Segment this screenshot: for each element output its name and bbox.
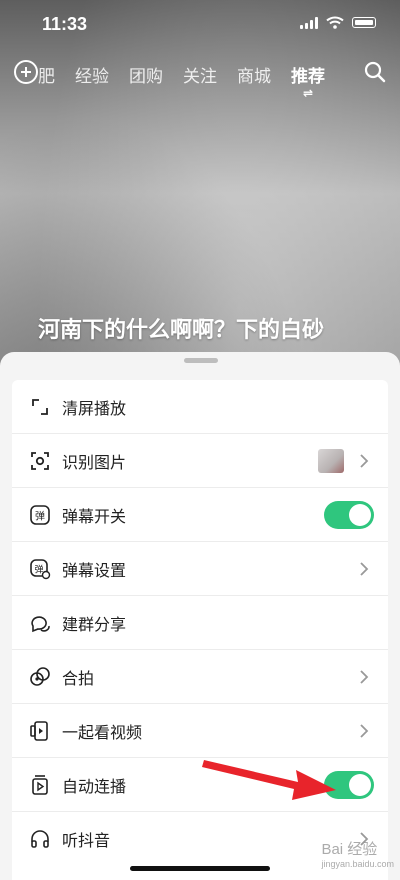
chevron-right-icon — [354, 723, 374, 739]
home-indicator[interactable] — [130, 866, 270, 871]
menu-label: 自动连播 — [62, 776, 127, 796]
danmaku-icon: 弹 — [18, 504, 62, 526]
tab-group-buy[interactable]: 团购 — [129, 62, 163, 87]
menu-item-clear-screen[interactable]: 清屏播放 — [12, 380, 388, 434]
danmaku-toggle[interactable] — [324, 500, 374, 529]
sheet-drag-handle[interactable] — [184, 358, 218, 363]
watermark-text: Bai 经验 — [321, 841, 378, 858]
menu-label: 听抖音 — [62, 831, 111, 850]
menu-label: 一起看视频 — [62, 722, 143, 742]
menu-label: 建群分享 — [62, 614, 127, 634]
menu-label: 识别图片 — [62, 452, 127, 472]
image-thumbnail — [318, 448, 344, 473]
menu-item-danmaku-settings[interactable]: 弹 弹幕设置 — [12, 542, 388, 596]
menu-item-autoplay[interactable]: 自动连播 — [12, 758, 388, 812]
svg-text:弹: 弹 — [35, 509, 45, 522]
options-list: 清屏播放 识别图片 弹 弹幕开关 弹 弹幕设置 建群分享 合拍 一起看视频 自动… — [12, 380, 388, 880]
group-chat-icon — [18, 612, 62, 634]
autoplay-icon — [18, 774, 62, 796]
status-time: 11:33 — [42, 14, 88, 34]
chevron-right-icon — [354, 561, 374, 577]
status-icons — [300, 16, 376, 29]
top-nav: 肥 经验 团购 关注 商城 推荐 ⇌ — [0, 56, 400, 100]
autoplay-toggle[interactable] — [324, 770, 374, 799]
danmaku-settings-icon: 弹 — [18, 558, 62, 580]
scan-image-icon — [18, 451, 62, 471]
add-icon[interactable] — [14, 60, 38, 84]
duet-icon — [18, 666, 62, 688]
more-options-sheet: 清屏播放 识别图片 弹 弹幕开关 弹 弹幕设置 建群分享 合拍 一起看视频 自动… — [0, 352, 400, 880]
menu-item-group-share[interactable]: 建群分享 — [12, 596, 388, 650]
menu-label: 弹幕设置 — [62, 560, 127, 580]
chevron-right-icon — [354, 453, 374, 469]
tab-recommend-label: 推荐 — [291, 67, 325, 87]
watermark: Bai 经验 jingyan.baidu.com — [321, 838, 394, 869]
menu-item-duet[interactable]: 合拍 — [12, 650, 388, 704]
tab-diet[interactable]: 肥 — [38, 62, 55, 87]
refresh-icon: ⇌ — [303, 86, 314, 100]
menu-label: 合拍 — [62, 668, 95, 688]
menu-item-watch-together[interactable]: 一起看视频 — [12, 704, 388, 758]
wifi-icon — [326, 16, 344, 29]
tab-following[interactable]: 关注 — [183, 62, 217, 87]
video-caption: 河南下的什么啊啊？下的白砂 — [38, 318, 325, 343]
watermark-sub: jingyan.baidu.com — [321, 859, 394, 869]
search-icon[interactable] — [364, 61, 386, 83]
menu-label: 弹幕开关 — [62, 506, 127, 526]
chevron-right-icon — [354, 669, 374, 685]
cellular-signal-icon — [300, 16, 318, 29]
menu-label: 清屏播放 — [62, 398, 127, 418]
menu-item-danmaku-switch[interactable]: 弹 弹幕开关 — [12, 488, 388, 542]
watch-together-icon — [18, 720, 62, 742]
tab-mall[interactable]: 商城 — [237, 62, 271, 87]
headphones-icon — [18, 828, 62, 850]
battery-icon — [352, 17, 376, 28]
status-bar: 11:33 — [0, 0, 400, 48]
tab-experience[interactable]: 经验 — [75, 62, 109, 87]
tab-recommend[interactable]: 推荐 ⇌ — [291, 62, 325, 100]
top-tabs: 肥 经验 团购 关注 商城 推荐 ⇌ — [38, 62, 325, 100]
fullscreen-icon — [18, 397, 62, 417]
menu-item-recognize-image[interactable]: 识别图片 — [12, 434, 388, 488]
